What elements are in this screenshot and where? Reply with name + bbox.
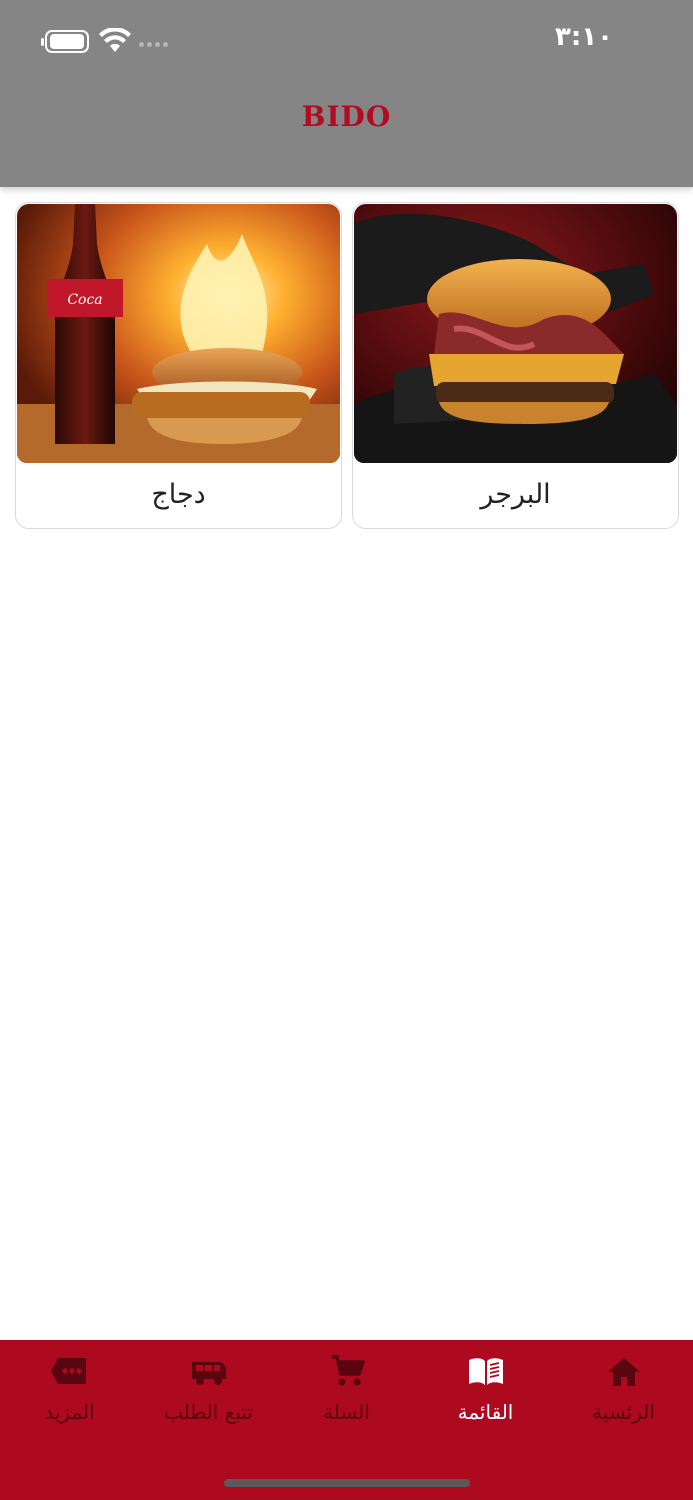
status-time: ٣:١٠ — [554, 22, 613, 52]
menu-book-icon — [466, 1354, 506, 1388]
nav-item-home[interactable]: الرئسية — [554, 1340, 693, 1450]
burger-photo — [354, 204, 677, 463]
nav-item-more[interactable]: المزيد — [0, 1340, 139, 1450]
cart-icon — [327, 1354, 367, 1388]
home-indicator[interactable] — [224, 1479, 470, 1487]
cellular-signal-icon — [139, 36, 168, 47]
svg-text:Coca: Coca — [67, 292, 102, 308]
category-label: دجاج — [151, 479, 206, 510]
app-header: ٣:١٠ BIDO — [0, 0, 693, 187]
nav-label: تتبع الطلب — [164, 1400, 253, 1424]
category-card-chicken[interactable]: Coca دجاج — [15, 202, 342, 529]
category-label: البرجر — [480, 479, 551, 510]
nav-item-cart[interactable]: السلة — [277, 1340, 416, 1450]
chicken-burger-cola-photo: Coca — [17, 204, 340, 463]
nav-label: السلة — [323, 1400, 370, 1424]
nav-item-menu[interactable]: القائمة — [416, 1340, 555, 1450]
brand-logo: BIDO — [301, 100, 392, 133]
bottom-navigation: الرئسية القائمة السلة تتبع الطلب المزيد — [0, 1340, 693, 1500]
home-icon — [604, 1354, 644, 1388]
battery-icon — [41, 29, 89, 53]
nav-label: المزيد — [44, 1400, 95, 1424]
more-icon — [50, 1354, 90, 1388]
nav-item-track-order[interactable]: تتبع الطلب — [139, 1340, 278, 1450]
nav-label: الرئسية — [592, 1400, 655, 1424]
nav-label: القائمة — [457, 1400, 514, 1424]
category-card-burger[interactable]: البرجر — [352, 202, 679, 529]
delivery-van-icon — [189, 1354, 229, 1388]
wifi-icon — [99, 28, 131, 52]
status-indicators — [41, 28, 168, 54]
